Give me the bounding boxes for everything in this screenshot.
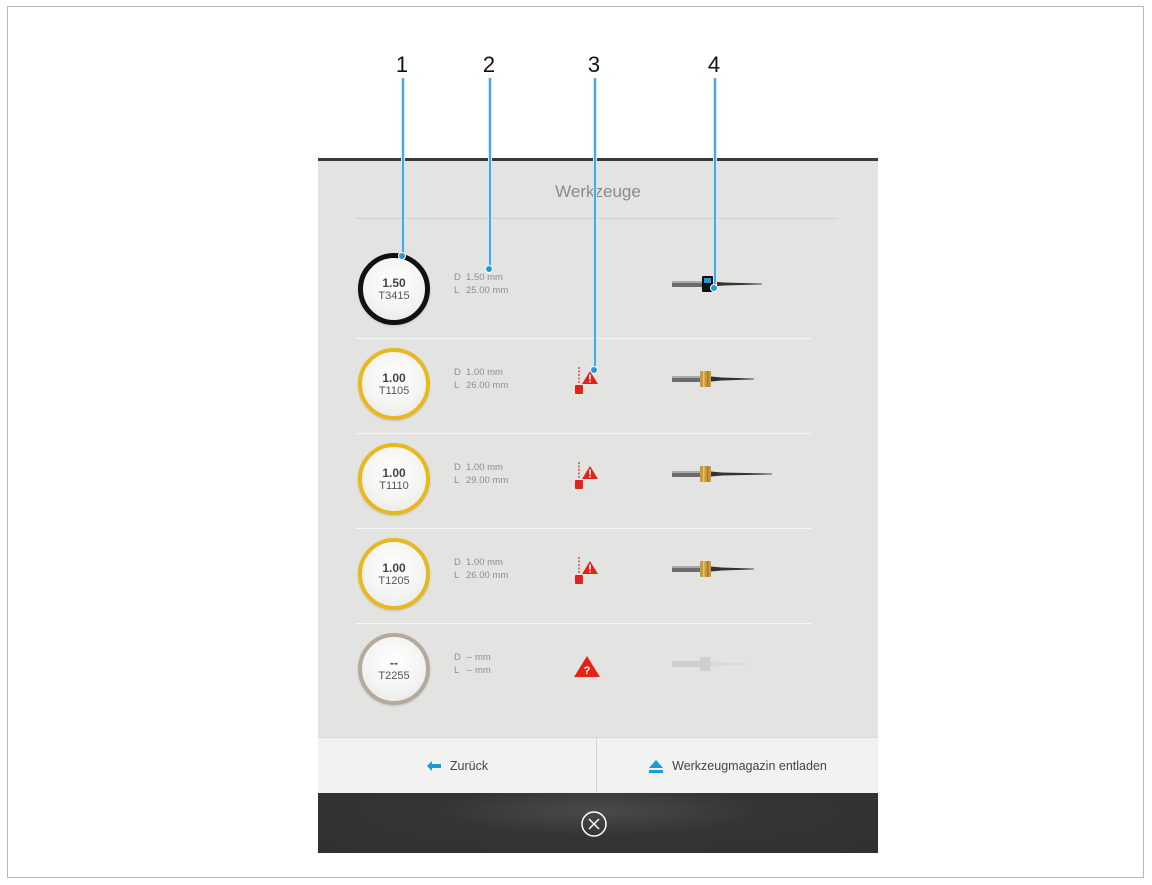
tool-dimensions: D 1.00 mm L 26.00 mm <box>454 367 508 392</box>
diameter-value: 1.00 mm <box>466 557 503 568</box>
tool-ring: 1.00 T1110 <box>358 443 430 515</box>
tool-row[interactable]: 1.00 T1110 D 1.00 mm L 29.00 mm <box>318 434 878 529</box>
length-label: L <box>454 284 460 296</box>
milling-tool-image <box>672 561 754 577</box>
eject-icon <box>649 760 664 773</box>
tool-ring: -- T2255 <box>358 633 430 705</box>
tool-row[interactable]: 1.00 T1105 D 1.00 mm L 26.00 mm <box>318 339 878 434</box>
length-value: -- mm <box>466 664 491 676</box>
diameter-value: 1.00 mm <box>466 462 503 473</box>
tool-diameter-value: -- <box>390 655 398 670</box>
tools-dialog: Werkzeuge 1.50 T3415 D 1.50 mm L 25.00 mm … <box>318 158 878 853</box>
diameter-label: D <box>454 557 461 568</box>
tool-diameter-value: 1.00 <box>382 465 406 480</box>
tool-row[interactable]: -- T2255 D -- mm L -- mm ? <box>318 624 878 719</box>
tool-diameter-value: 1.00 <box>382 370 406 385</box>
tool-ring: 1.50 T3415 <box>358 253 430 325</box>
callout-marker-3 <box>590 366 598 374</box>
length-value: 29.00 mm <box>466 474 509 486</box>
callout-leader-4 <box>713 78 717 288</box>
tool-row[interactable]: 1.00 T1205 D 1.00 mm L 26.00 mm <box>318 529 878 624</box>
callout-number-2: 2 <box>482 52 496 77</box>
back-button-label: Zurück <box>449 759 489 773</box>
tool-placeholder-image <box>672 657 762 671</box>
diameter-value: 1.50 mm <box>466 272 503 283</box>
tool-diameter-value: 1.00 <box>382 560 406 575</box>
tool-id: T1110 <box>379 479 409 492</box>
length-label: L <box>454 379 460 391</box>
length-label: L <box>454 569 460 581</box>
svg-text:?: ? <box>584 665 591 677</box>
callout-number-4: 4 <box>707 52 721 77</box>
diameter-value: -- mm <box>466 652 491 663</box>
unload-magazine-label: Werkzeugmagazin entladen <box>672 759 827 773</box>
milling-tool-image <box>672 466 772 482</box>
callout-marker-1 <box>398 252 406 260</box>
tool-ring: 1.00 T1205 <box>358 538 430 610</box>
length-warning-icon <box>575 557 598 584</box>
callout-number-1: 1 <box>395 52 409 77</box>
diameter-value: 1.00 mm <box>466 367 503 378</box>
title-divider <box>356 218 838 219</box>
tool-id: T2255 <box>378 669 410 682</box>
length-value: 25.00 mm <box>466 284 509 296</box>
callout-marker-2 <box>485 265 493 273</box>
callout-leader-3 <box>593 78 597 368</box>
tool-id: T3415 <box>378 289 410 302</box>
milling-tool-image <box>672 371 754 387</box>
length-warning-icon <box>575 462 598 489</box>
tool-dimensions: D 1.50 mm L 25.00 mm <box>454 272 508 297</box>
unload-magazine-button[interactable]: Werkzeugmagazin entladen <box>597 738 878 794</box>
length-label: L <box>454 474 460 486</box>
milling-tool-image <box>672 276 762 292</box>
back-button[interactable]: Zurück <box>318 738 596 794</box>
diameter-label: D <box>454 272 461 283</box>
tool-ring: 1.00 T1105 <box>358 348 430 420</box>
callout-marker-4 <box>710 284 718 292</box>
unknown-tool-icon: ? <box>574 656 600 677</box>
tool-id: T1105 <box>378 384 410 397</box>
diameter-label: D <box>454 367 461 378</box>
length-label: L <box>454 664 460 676</box>
arrow-left-icon <box>426 761 441 771</box>
tool-dimensions: D -- mm L -- mm <box>454 652 491 677</box>
length-value: 26.00 mm <box>466 379 509 391</box>
footer-bar <box>318 793 878 853</box>
callout-leader-2 <box>488 78 492 268</box>
callout-number-3: 3 <box>587 52 601 77</box>
diameter-label: D <box>454 652 461 663</box>
callout-leader-1 <box>401 78 405 256</box>
tool-dimensions: D 1.00 mm L 26.00 mm <box>454 557 508 582</box>
button-bar: Zurück Werkzeugmagazin entladen <box>318 737 878 794</box>
tool-id: T1205 <box>378 574 410 587</box>
diameter-label: D <box>454 462 461 473</box>
close-icon[interactable] <box>580 810 608 838</box>
tool-diameter-value: 1.50 <box>382 275 406 290</box>
length-value: 26.00 mm <box>466 569 509 581</box>
tool-dimensions: D 1.00 mm L 29.00 mm <box>454 462 508 487</box>
